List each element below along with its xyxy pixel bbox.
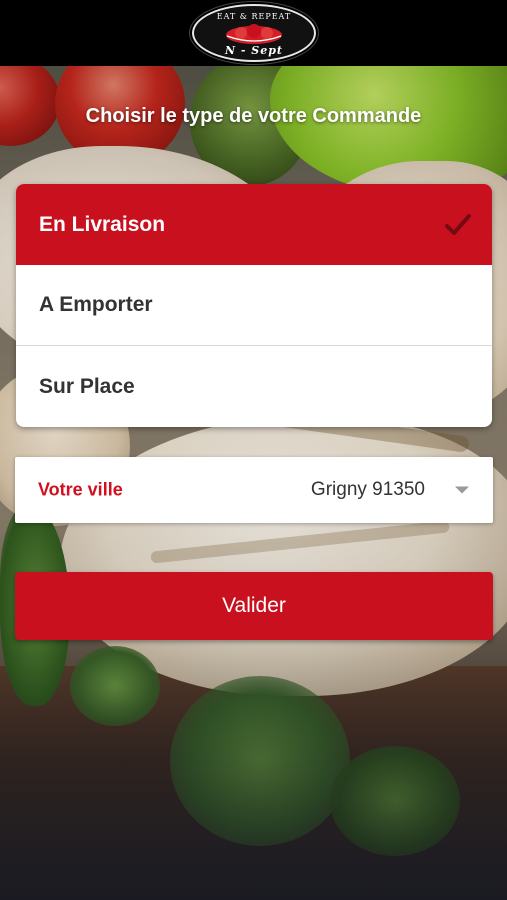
page-title: Choisir le type de votre Commande: [85, 105, 422, 127]
city-selected-value: Grigny 91350: [310, 479, 425, 500]
validate-button[interactable]: Valider: [15, 572, 493, 640]
dropdown-caret-icon: [455, 486, 469, 494]
order-type-list: En Livraison A Emporter Sur Place: [16, 184, 492, 427]
brand-logo: EAT & REPEAT N - Sept: [192, 4, 316, 62]
order-type-dine-in[interactable]: Sur Place: [16, 346, 492, 427]
app-header: EAT & REPEAT N - Sept: [0, 0, 507, 66]
city-label: Votre ville: [38, 479, 123, 500]
order-type-delivery[interactable]: En Livraison: [16, 184, 492, 265]
city-select[interactable]: Votre ville Grigny 91350: [15, 457, 493, 523]
order-type-label: A Emporter: [39, 293, 153, 316]
order-type-takeaway[interactable]: A Emporter: [16, 265, 492, 346]
order-type-label: Sur Place: [39, 374, 135, 398]
order-type-label: En Livraison: [39, 212, 166, 236]
logo-tagline: EAT & REPEAT: [216, 12, 292, 21]
checkmark-icon: [445, 213, 471, 235]
logo-name: N - Sept: [225, 44, 283, 57]
